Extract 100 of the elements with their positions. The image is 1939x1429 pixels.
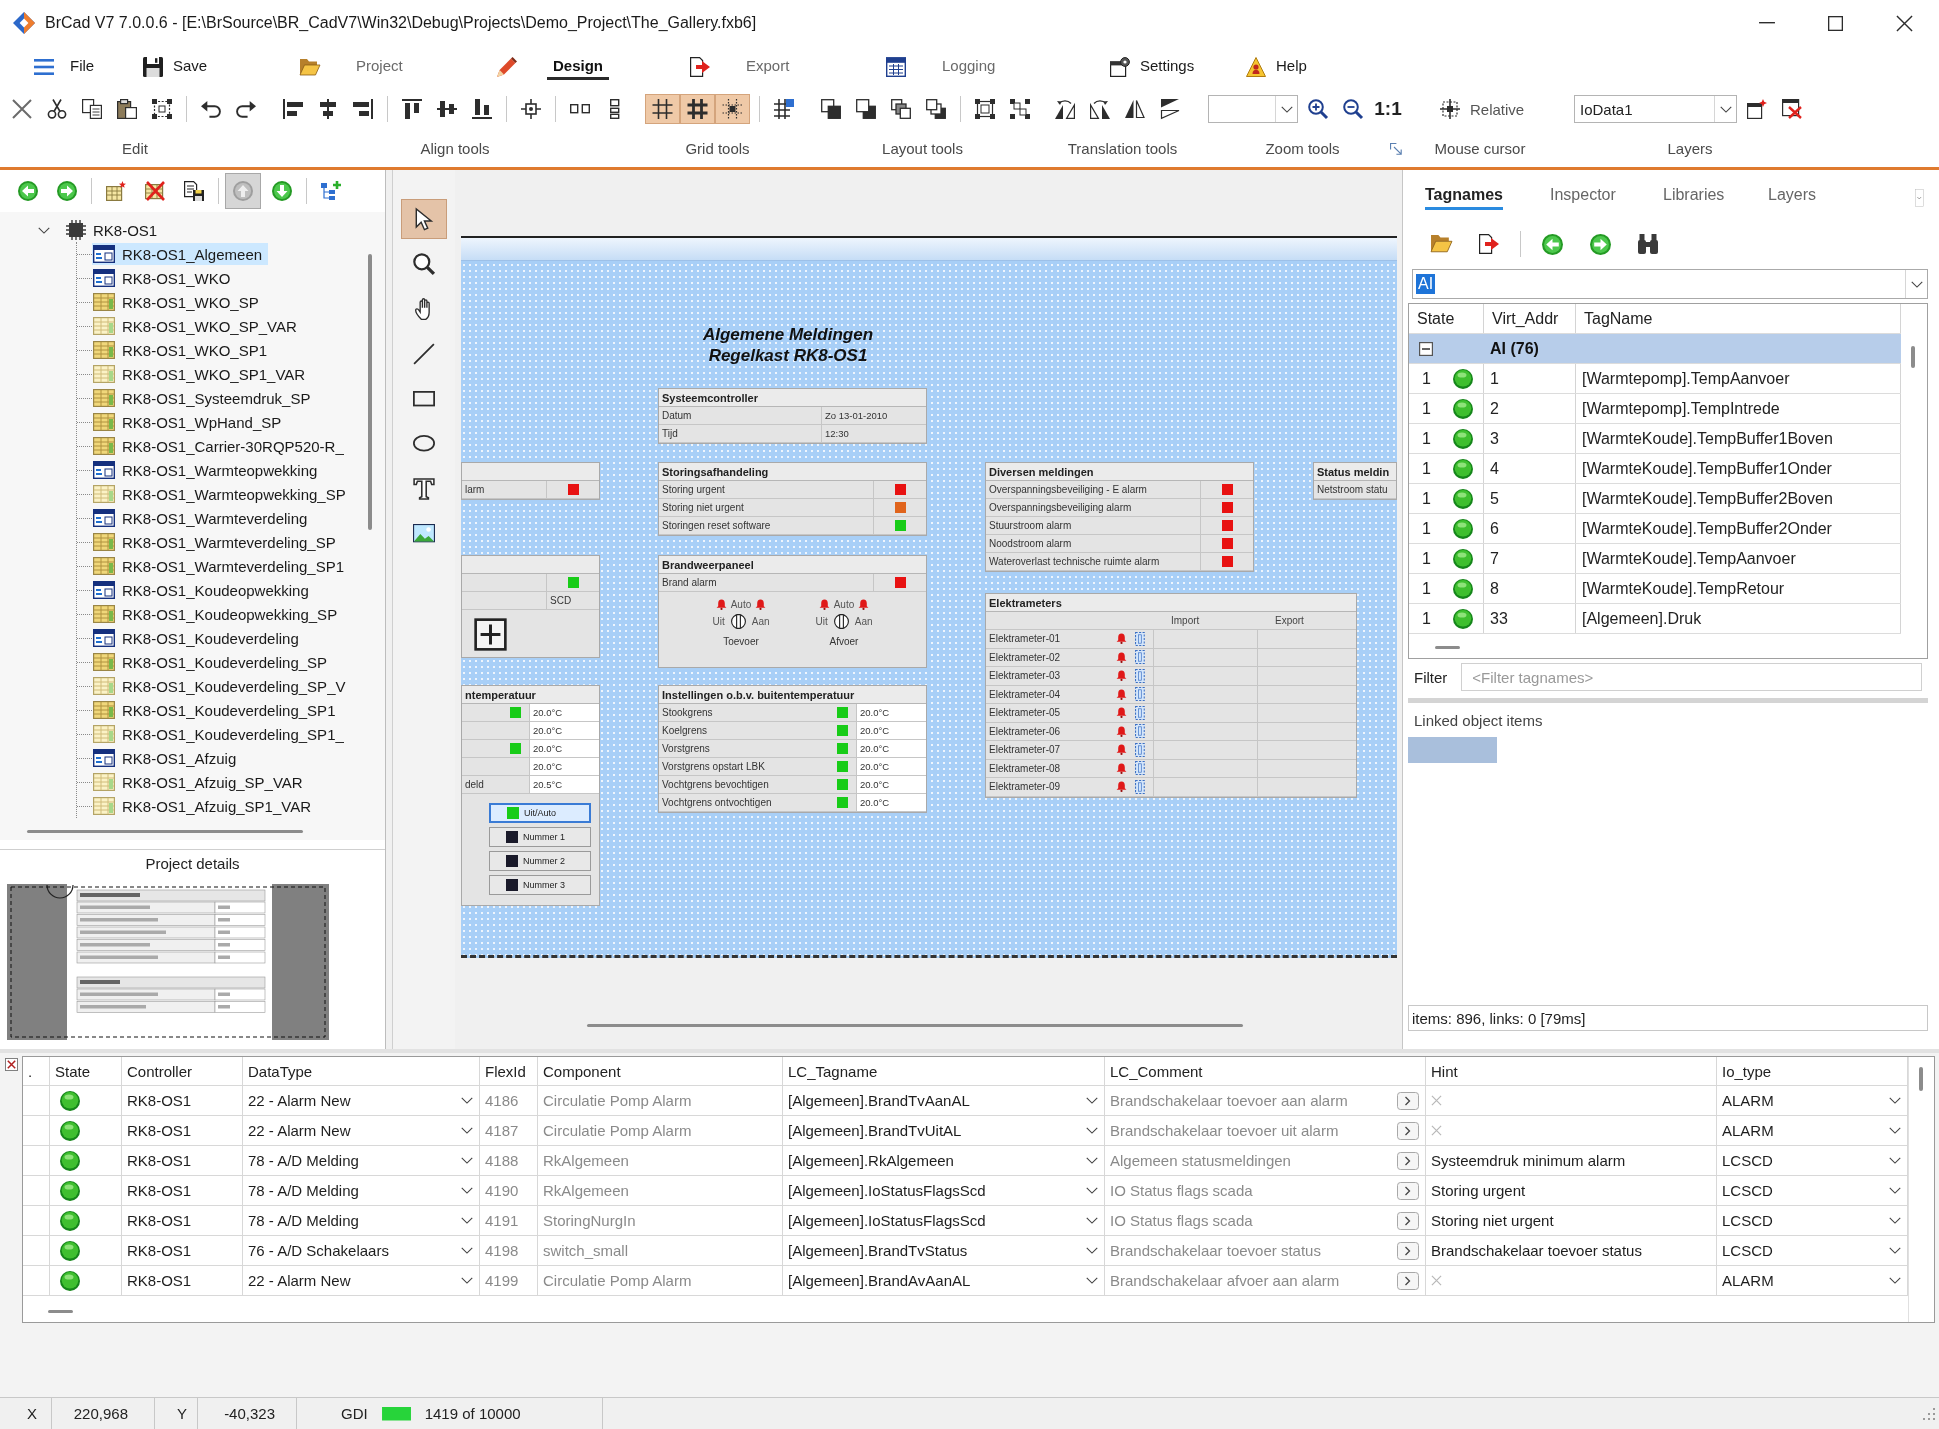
bring-to-front-icon[interactable] [821, 99, 841, 119]
chevron-right-icon[interactable] [1397, 1121, 1419, 1140]
tree-add-icon[interactable] [321, 181, 341, 201]
dropdown-cell[interactable]: 76 - A/D Schakelaars [243, 1236, 480, 1265]
column-header[interactable]: TagName [1576, 304, 1901, 333]
center-icon[interactable] [521, 99, 541, 119]
chevron-right-icon[interactable] [1397, 1151, 1419, 1170]
tree-item[interactable]: RK8-OS1_WKO_SP1 [92, 339, 274, 361]
ribbon-tab[interactable]: Export [690, 50, 886, 84]
zoom-out-icon[interactable] [1343, 99, 1363, 119]
dropdown-cell[interactable]: LCSCD [1717, 1176, 1908, 1205]
binoculars-icon[interactable] [1638, 234, 1658, 254]
scrollbar[interactable] [1919, 1067, 1923, 1091]
undo-icon[interactable] [201, 100, 221, 118]
tree-item[interactable]: RK8-OS1_Koudeverdeling_SP [92, 651, 334, 673]
chevron-right-icon[interactable] [1397, 1241, 1419, 1260]
align-right-icon[interactable] [353, 99, 373, 119]
rotate-right-icon[interactable] [1090, 99, 1110, 119]
dialog-launcher-icon[interactable] [1390, 142, 1402, 155]
dropdown-cell[interactable]: 78 - A/D Melding [243, 1146, 480, 1175]
rectangle-icon[interactable] [413, 390, 435, 407]
flip-vertical-icon[interactable] [1160, 99, 1180, 119]
dropdown-cell[interactable]: 78 - A/D Melding [243, 1176, 480, 1205]
grid-icon[interactable] [645, 94, 680, 124]
tree-item[interactable]: RK8-OS1_Warmteverdeling_SP1 [92, 555, 351, 577]
layer-add-icon[interactable] [1747, 99, 1767, 119]
scrollbar[interactable] [587, 1024, 1243, 1027]
menu-button[interactable]: Help [1246, 50, 1336, 84]
dropdown-cell[interactable]: ALARM [1717, 1266, 1908, 1295]
tree-item[interactable]: RK8-OS1_WKO_SP1_VAR [92, 363, 312, 385]
chevron-right-icon[interactable] [1397, 1271, 1419, 1290]
dropdown-cell[interactable]: [Algemeen].IoStatusFlagsScd [783, 1176, 1105, 1205]
menu-button[interactable]: File [34, 50, 143, 84]
image-icon[interactable] [413, 524, 435, 543]
dropdown-cell[interactable]: [Algemeen].BrandTvStatus [783, 1236, 1105, 1265]
dropdown-cell[interactable]: [Algemeen].BrandTvAanAL [783, 1086, 1105, 1115]
dropdown-cell[interactable]: 22 - Alarm New [243, 1266, 480, 1295]
grid-settings-icon[interactable] [774, 99, 794, 119]
close-icon[interactable] [1896, 14, 1913, 32]
magnifier-icon[interactable] [413, 252, 435, 275]
align-middle-icon[interactable] [437, 99, 457, 119]
back-icon[interactable] [1541, 233, 1563, 255]
ribbon-tab[interactable]: Design [497, 50, 690, 84]
tree-item[interactable]: RK8-OS1_WKO [92, 267, 237, 289]
folder-open-icon[interactable] [1430, 235, 1452, 253]
column-header[interactable]: LC_Tagname [783, 1057, 1105, 1085]
tree-item[interactable]: RK8-OS1_Warmteopwekking [92, 459, 324, 481]
bold-grid-icon[interactable] [680, 94, 715, 124]
send-backward-icon[interactable] [926, 99, 946, 119]
zoom-level-field[interactable] [1208, 95, 1298, 123]
column-header[interactable]: LC_Comment [1105, 1057, 1426, 1085]
rotary-switch-icon[interactable] [730, 614, 746, 629]
new-table-icon[interactable] [106, 181, 126, 201]
dropdown-cell[interactable]: 78 - A/D Melding [243, 1206, 480, 1235]
column-header[interactable]: DataType [243, 1057, 480, 1085]
canvas-button[interactable]: Nummer 2 [489, 851, 591, 871]
save-as-icon[interactable] [184, 181, 204, 201]
tree-item[interactable]: RK8-OS1_Algemeen [92, 243, 269, 265]
tree-item[interactable]: RK8-OS1_Koudeverdeling_SP_V [92, 675, 352, 697]
rotary-switch-icon[interactable] [833, 614, 849, 629]
selection-icon[interactable] [152, 99, 172, 119]
ribbon-tab[interactable]: Project [300, 50, 497, 84]
tree-item[interactable]: RK8-OS1_Warmteverdeling [92, 507, 314, 529]
tree-item[interactable]: RK8-OS1_Warmteverdeling_SP [92, 531, 342, 553]
pointer-icon[interactable] [401, 198, 447, 239]
tree-item[interactable]: RK8-OS1_WpHand_SP [92, 411, 288, 433]
canvas-button[interactable]: Uit/Auto [489, 803, 591, 823]
filter-field[interactable]: <Filter tagnames> [1461, 663, 1922, 691]
forward-icon[interactable] [1589, 233, 1611, 255]
tree-item[interactable]: RK8-OS1_WKO_SP [92, 291, 265, 313]
align-left-icon[interactable] [283, 99, 303, 119]
down-icon[interactable] [272, 181, 292, 201]
scrollbar[interactable] [1911, 346, 1915, 368]
layer-select[interactable]: IoData1 [1574, 95, 1737, 123]
ribbon-tab[interactable]: Logging [886, 50, 1110, 84]
scrollbar[interactable] [1435, 646, 1460, 649]
redo-icon[interactable] [236, 100, 256, 118]
canvas-button[interactable]: Nummer 1 [489, 827, 591, 847]
tree-item[interactable]: RK8-OS1_Carrier-30RQP520-R_ [92, 435, 350, 457]
distribute-vertical-icon[interactable] [610, 99, 620, 119]
chevron-right-icon[interactable] [1397, 1211, 1419, 1230]
scrollbar[interactable] [27, 830, 303, 833]
align-top-icon[interactable] [402, 99, 422, 119]
tree-item[interactable]: RK8-OS1_Afzuig_SP_VAR [92, 771, 309, 793]
dropdown-cell[interactable]: ALARM [1717, 1086, 1908, 1115]
tree-item[interactable]: RK8-OS1_Koudeverdeling_SP1 [92, 699, 342, 721]
tree-item[interactable]: RK8-OS1_WKO_SP_VAR [92, 315, 303, 337]
dropdown-cell[interactable]: 22 - Alarm New [243, 1116, 480, 1145]
panel-tab[interactable]: Inspector [1550, 182, 1616, 210]
tree-item[interactable]: RK8-OS1_Koudeverdeling_SP1_ [92, 723, 350, 745]
tree-item[interactable]: RK8-OS1 [93, 221, 158, 239]
column-header[interactable]: Component [538, 1057, 783, 1085]
export-icon[interactable] [1479, 234, 1499, 254]
column-header[interactable]: Io_type [1717, 1057, 1908, 1085]
rotate-left-icon[interactable] [1055, 99, 1075, 119]
ungroup-icon[interactable] [1010, 99, 1030, 119]
scissors-icon[interactable] [47, 99, 67, 119]
dropdown-cell[interactable]: 22 - Alarm New [243, 1086, 480, 1115]
canvas-button[interactable]: Nummer 3 [489, 875, 591, 895]
tree-item[interactable]: RK8-OS1_Koudeverdeling [92, 627, 305, 649]
